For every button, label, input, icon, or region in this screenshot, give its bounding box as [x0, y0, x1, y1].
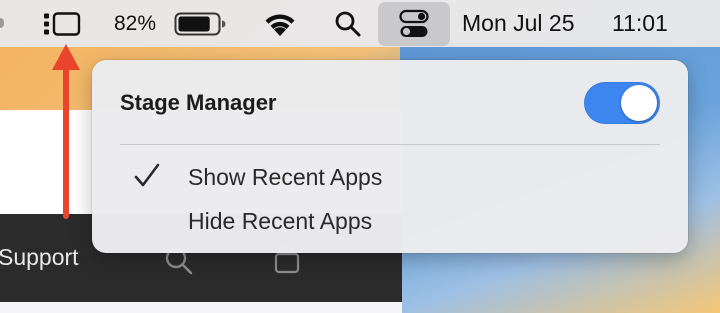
- annotation-arrow: [52, 44, 80, 219]
- checkmark-icon: [134, 163, 160, 187]
- toggle-knob: [621, 85, 657, 121]
- popover-divider: [120, 144, 660, 145]
- menu-bar-partial-icon[interactable]: [0, 18, 4, 28]
- menu-bar: 82% Mon Jul 25 11:01: [0, 0, 720, 47]
- spotlight-search-icon[interactable]: [330, 0, 366, 47]
- control-center-icon[interactable]: [378, 2, 450, 46]
- battery-percentage[interactable]: 82%: [114, 0, 156, 47]
- webpage-lower-content: [0, 302, 402, 313]
- show-recent-apps-label: Show Recent Apps: [188, 164, 383, 190]
- hide-recent-apps-option[interactable]: Hide Recent Apps: [120, 204, 660, 244]
- menu-bar-time[interactable]: 11:01: [612, 0, 668, 47]
- battery-icon[interactable]: [172, 0, 228, 47]
- menu-bar-date[interactable]: Mon Jul 25: [462, 0, 575, 47]
- popover-title: Stage Manager: [120, 90, 277, 115]
- wifi-icon[interactable]: [258, 0, 302, 47]
- stage-manager-popover: Stage Manager Show Recent Apps Hide Rece…: [92, 60, 688, 253]
- nav-support-link[interactable]: Support: [0, 244, 79, 271]
- stage-manager-icon[interactable]: [38, 0, 86, 47]
- hide-recent-apps-label: Hide Recent Apps: [188, 208, 373, 234]
- stage-manager-toggle[interactable]: [584, 82, 660, 124]
- show-recent-apps-option[interactable]: Show Recent Apps: [120, 160, 660, 200]
